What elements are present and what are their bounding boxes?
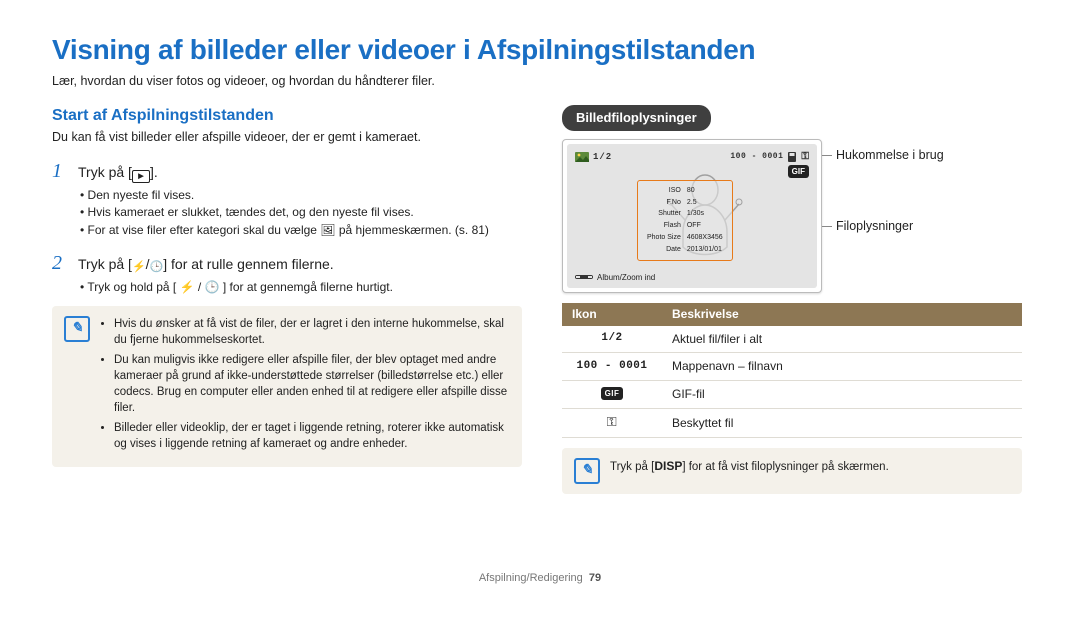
footer-section: Afspilning/Redigering: [479, 572, 583, 584]
page-title: Visning af billeder eller videoer i Afsp…: [52, 30, 1028, 69]
icon-cell: GIF: [562, 381, 662, 409]
info-label: ISO: [645, 186, 683, 196]
table-row: ⚿ Beskyttet fil: [562, 409, 1022, 438]
page-subtitle: Lær, hvordan du viser fotos og videoer, …: [52, 73, 1028, 91]
info-value: 2013/01/01: [685, 245, 725, 255]
list-item: Hvis du ønsker at få vist de filer, der …: [114, 316, 510, 348]
info-label: Photo Size: [645, 233, 683, 243]
flash-icon: ⚡: [132, 260, 146, 275]
key-icon: ⚿: [562, 409, 662, 438]
lcd-bottom-bar: Album/Zoom ind: [575, 272, 655, 283]
section-intro: Du kan få vist billeder eller afspille v…: [52, 129, 522, 147]
icon-cell: 1/2: [562, 326, 662, 353]
lcd-bottom-text: Album/Zoom ind: [597, 272, 655, 283]
step1-before: Tryk på [: [78, 164, 132, 180]
info-pill: Billedfiloplysninger: [562, 105, 711, 131]
list-item: Hvis kameraet er slukket, tændes det, og…: [80, 204, 522, 221]
tip-text: Tryk på [DISP] for at få vist filoplysni…: [610, 458, 889, 484]
lcd-screen: 1/2 100 - 0001 ⚿ GIF: [562, 139, 822, 293]
list-item: For at vise filer efter kategori skal du…: [80, 222, 522, 239]
table-row: 100 - 0001 Mappenavn – filnavn: [562, 353, 1022, 381]
table-row: GIF GIF-fil: [562, 381, 1022, 409]
memory-icon: [787, 152, 797, 162]
icon-table: Ikon Beskrivelse 1/2 Aktuel fil/filer i …: [562, 303, 1022, 438]
step2-after: ] for at rulle gennem filerne.: [163, 256, 333, 272]
info-value: OFF: [685, 221, 725, 231]
play-icon: [132, 170, 150, 183]
list-item: Den nyeste fil vises.: [80, 187, 522, 204]
step-2-text: Tryk på [⚡/🕒] for at rulle gennem filern…: [78, 255, 334, 275]
right-column: Billedfiloplysninger 1/2 100 - 0001: [562, 105, 1022, 495]
info-label: F.No: [645, 198, 683, 208]
list-item: Du kan muligvis ikke redigere eller afsp…: [114, 352, 510, 416]
table-header-desc: Beskrivelse: [662, 303, 1022, 326]
step-number: 1: [52, 157, 70, 185]
step1-after: ].: [150, 164, 158, 180]
gif-icon: GIF: [601, 387, 624, 400]
label-memory: Hukommelse i brug: [836, 147, 944, 165]
gif-icon: GIF: [788, 165, 809, 178]
label-fileinfo: Filoplysninger: [836, 218, 944, 236]
footer-page: 79: [589, 572, 601, 584]
note-list: Hvis du ønsker at få vist de filer, der …: [100, 316, 510, 457]
disp-label: DISP: [654, 459, 682, 473]
lcd-top-left: 1/2: [575, 151, 612, 164]
table-header-icon: Ikon: [562, 303, 662, 326]
lcd-count: 1/2: [593, 151, 612, 164]
step-number: 2: [52, 249, 70, 277]
table-row: 1/2 Aktuel fil/filer i alt: [562, 326, 1022, 353]
photo-icon: [575, 152, 589, 162]
list-item: Tryk og hold på [ ⚡ / 🕒 ] for at gennemg…: [80, 279, 522, 296]
list-item: Billeder eller videoklip, der er taget i…: [114, 420, 510, 452]
desc-cell: Beskyttet fil: [662, 409, 1022, 438]
step-1-bullets: Den nyeste fil vises. Hvis kameraet er s…: [80, 187, 522, 239]
step-1-text: Tryk på [].: [78, 163, 158, 184]
desc-cell: Aktuel fil/filer i alt: [662, 326, 1022, 353]
section-heading: Start af Afspilningstilstanden: [52, 105, 522, 127]
step2-before: Tryk på [: [78, 256, 132, 272]
lcd-diagram: 1/2 100 - 0001 ⚿ GIF: [562, 139, 1022, 293]
diagram-labels: Hukommelse i brug Filoplysninger: [836, 139, 944, 236]
note-icon: ✎: [64, 316, 90, 342]
zoom-bar-icon: [575, 273, 593, 281]
step-2: 2 Tryk på [⚡/🕒] for at rulle gennem file…: [52, 249, 522, 277]
left-column: Start af Afspilningstilstanden Du kan få…: [52, 105, 522, 495]
lcd-filename: 100 - 0001: [730, 151, 783, 162]
page-footer: Afspilning/Redigering 79: [0, 571, 1080, 586]
tip-callout: ✎ Tryk på [DISP] for at få vist filoplys…: [562, 448, 1022, 494]
step-1: 1 Tryk på [].: [52, 157, 522, 185]
note-icon: ✎: [574, 458, 600, 484]
info-value: 4608X3456: [685, 233, 725, 243]
icon-cell: 100 - 0001: [562, 353, 662, 381]
info-value: 80: [685, 186, 725, 196]
desc-cell: GIF-fil: [662, 381, 1022, 409]
tip-prefix: Tryk på [: [610, 461, 654, 473]
info-label: Flash: [645, 221, 683, 231]
info-label: Shutter: [645, 209, 683, 219]
info-label: Date: [645, 245, 683, 255]
note-callout: ✎ Hvis du ønsker at få vist de filer, de…: [52, 306, 522, 467]
desc-cell: Mappenavn – filnavn: [662, 353, 1022, 381]
tip-suffix: ] for at få vist filoplysninger på skærm…: [682, 461, 888, 473]
timer-icon: 🕒: [150, 260, 164, 275]
lcd-info-box: ISO80 F.No2.5 Shutter1/30s FlashOFF Phot…: [637, 180, 733, 261]
step-2-bullets: Tryk og hold på [ ⚡ / 🕒 ] for at gennemg…: [80, 279, 522, 296]
info-value: 1/30s: [685, 209, 725, 219]
info-value: 2.5: [685, 198, 725, 208]
